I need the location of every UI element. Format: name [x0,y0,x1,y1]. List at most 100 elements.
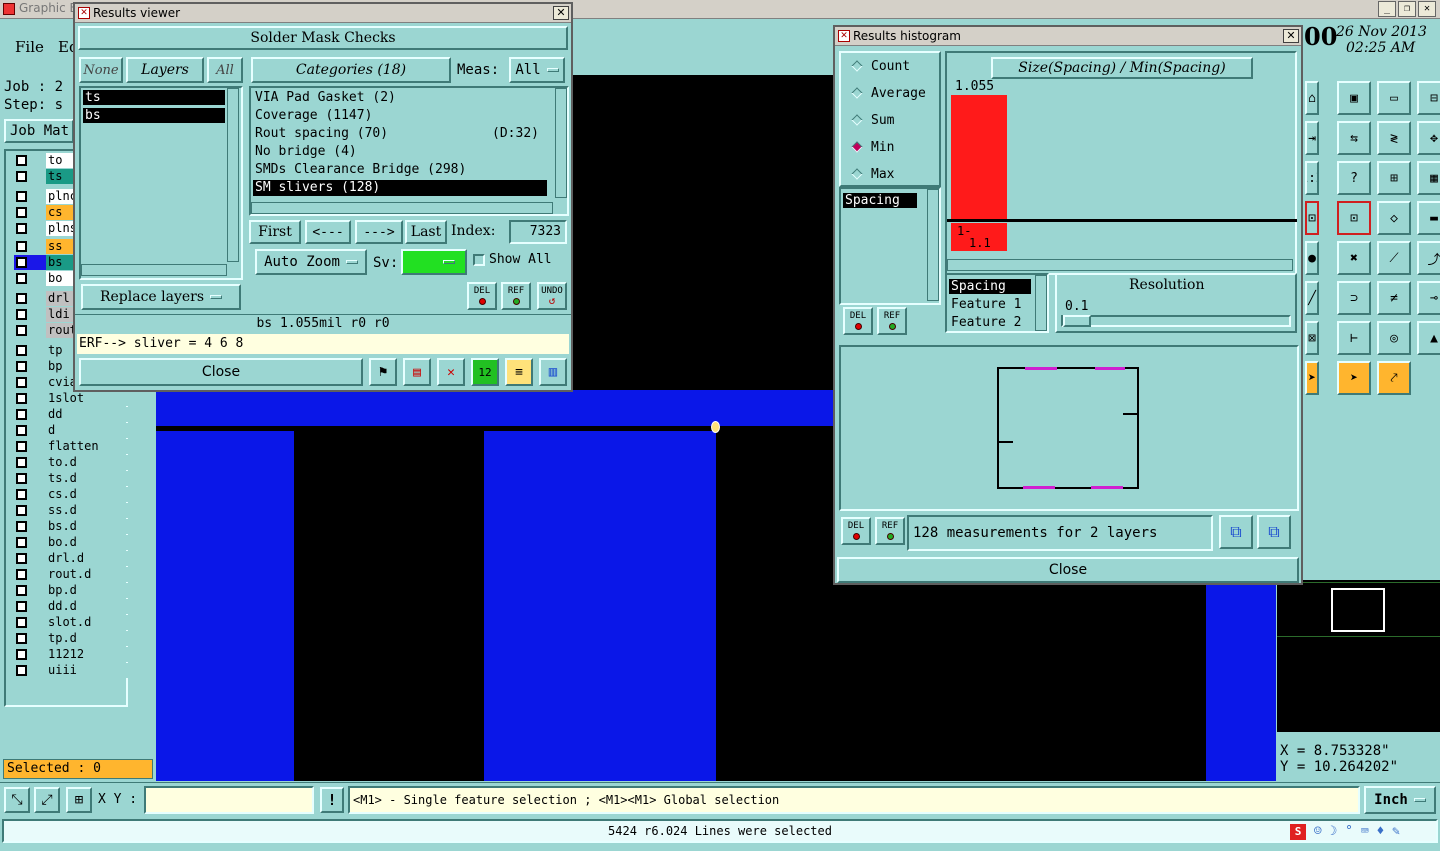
mirror-tool-icon[interactable]: ≷ [1377,121,1411,155]
layer-checkbox[interactable] [16,207,27,218]
layer-row-d[interactable]: d [14,423,130,438]
layer-checkbox[interactable] [16,361,27,372]
layers-listbox[interactable]: ts bs [79,86,243,280]
units-select[interactable]: Inch [1364,786,1436,814]
layers-scrollbar[interactable] [227,88,239,262]
layer-name[interactable]: to.d [46,455,130,470]
layer-checkbox[interactable] [16,241,27,252]
histogram-tool-icon[interactable]: ▥ [539,358,567,386]
ratio-1-2-tool-icon[interactable]: 1:2 [1305,161,1319,195]
preview-ref-button[interactable]: REF [875,517,905,545]
layer-name[interactable]: dd [46,407,130,422]
layer-name[interactable]: rout.d [46,567,130,582]
meas-select[interactable]: All [509,57,565,83]
categories-hscrollbar[interactable] [251,202,553,214]
layer-name[interactable]: ss.d [46,503,130,518]
ref-cancel-icon[interactable]: ✕ [437,358,465,386]
number-tool-icon[interactable]: 12 [471,358,499,386]
last-button[interactable]: Last [405,220,447,244]
measure-tool-icon[interactable]: ▬ [1417,201,1440,235]
layer-checkbox[interactable] [16,325,27,336]
preview-del-button[interactable]: DEL [841,517,871,545]
report-tool-icon[interactable]: ▤ [403,358,431,386]
undo-button[interactable]: UNDO ↺ [537,282,567,310]
layers-hscrollbar[interactable] [81,264,227,276]
layer-name[interactable]: uiii [46,663,130,678]
show-all-checkbox[interactable] [473,254,485,266]
grid-tool-icon[interactable]: ▦ [1417,161,1440,195]
layer-name[interactable]: 11212 [46,647,130,662]
layer-row-tp-d[interactable]: tp.d [14,631,130,646]
layer-checkbox[interactable] [16,171,27,182]
layer-row-bo-d[interactable]: bo.d [14,535,130,550]
sliver-marker[interactable] [711,421,720,433]
category-item[interactable]: Rout spacing (70) (D:32) [253,126,547,142]
layer-name[interactable]: 1slot [46,391,130,406]
next-button[interactable]: ---> [355,220,403,244]
layer-checkbox[interactable] [16,553,27,564]
layer-checkbox[interactable] [16,409,27,420]
ime-icon[interactable]: S [1290,824,1306,840]
zoom-to-layer-icon[interactable]: ⧉ [1257,515,1291,549]
all-layers-button[interactable]: All [207,57,243,83]
field-listbox[interactable]: Spacing [839,187,941,305]
layer-row-dd-d[interactable]: dd.d [14,599,130,614]
layer-checkbox[interactable] [16,585,27,596]
minimize-icon[interactable]: _ [1378,1,1396,17]
histogram-hscrollbar[interactable] [947,259,1293,271]
layer-checkbox[interactable] [16,665,27,676]
help-tool-icon[interactable]: ? [1337,161,1371,195]
category-item[interactable]: VIA Pad Gasket (2) [253,90,547,106]
save-tool-icon[interactable]: ▣ [1337,81,1371,115]
histogram-plot[interactable]: Size(Spacing) / Min(Spacing) 1.055 1- 1.… [945,51,1297,275]
restore-icon[interactable]: ❐ [1398,1,1416,17]
layer-checkbox[interactable] [16,393,27,404]
categories-scrollbar[interactable] [555,88,567,198]
categories-button[interactable]: Categories (18) [251,57,451,83]
layer-row-flatten[interactable]: flatten [14,439,130,454]
category-item[interactable]: No bridge (4) [253,144,547,160]
layer-row-ss-d[interactable]: ss.d [14,503,130,518]
close-icon[interactable]: ✕ [1283,29,1299,43]
category-item[interactable]: SMDs Clearance Bridge (298) [253,162,547,178]
grid-select-tool-icon[interactable]: ⊞ [1377,161,1411,195]
split-tool-icon[interactable]: ≠ [1377,281,1411,315]
layer-checkbox[interactable] [16,257,27,268]
layer-row-cs-d[interactable]: cs.d [14,487,130,502]
grid-snap-icon[interactable]: ⊞ [66,787,92,813]
index-input[interactable]: 7323 [509,220,567,244]
layer-checkbox[interactable] [16,345,27,356]
prev-button[interactable]: <--- [305,220,351,244]
layer-checkbox[interactable] [16,309,27,320]
layer-checkbox[interactable] [16,569,27,580]
layer-item-ts[interactable]: ts [83,90,225,105]
axis-field-scrollbar[interactable] [1035,275,1047,331]
close-button[interactable]: Close [79,358,363,386]
pointer-orange-tool-icon[interactable]: ➤ [1305,361,1319,395]
axis-field-feature1[interactable]: Feature 1 [949,297,1021,312]
layer-checkbox[interactable] [16,601,27,612]
break-tool-icon[interactable]: ⊢ [1337,321,1371,355]
resolution-slider[interactable] [1061,315,1291,327]
layer-name[interactable]: tp.d [46,631,130,646]
flip-h-tool-icon[interactable]: ⇆ [1337,121,1371,155]
pointer-net-tool-icon[interactable]: ⤤ [1377,361,1411,395]
layer-checkbox[interactable] [16,293,27,304]
net-select-tool-icon[interactable]: ⊡ [1305,201,1319,235]
layer-checkbox[interactable] [16,505,27,516]
layer-name[interactable]: dd.d [46,599,130,614]
resolution-slider-thumb[interactable] [1063,315,1091,327]
auto-zoom-select[interactable]: Auto Zoom [255,249,367,275]
job-matrix-button[interactable]: Job Mat [4,119,74,143]
field-scrollbar[interactable] [927,189,939,301]
copper-pad-right[interactable] [1206,575,1276,781]
close-icon[interactable]: ✕ [1418,1,1436,17]
circle-tool-icon[interactable]: ● [1305,241,1319,275]
route-tool-icon[interactable]: ⤴ [1417,241,1440,275]
layer-name[interactable]: drl.d [46,551,130,566]
hist-del-button[interactable]: DEL [843,307,873,335]
pad-round-tool-icon[interactable]: ◎ [1377,321,1411,355]
layer-checkbox[interactable] [16,223,27,234]
ref-button[interactable]: REF [501,282,531,310]
layer-item-bs[interactable]: bs [83,108,225,123]
